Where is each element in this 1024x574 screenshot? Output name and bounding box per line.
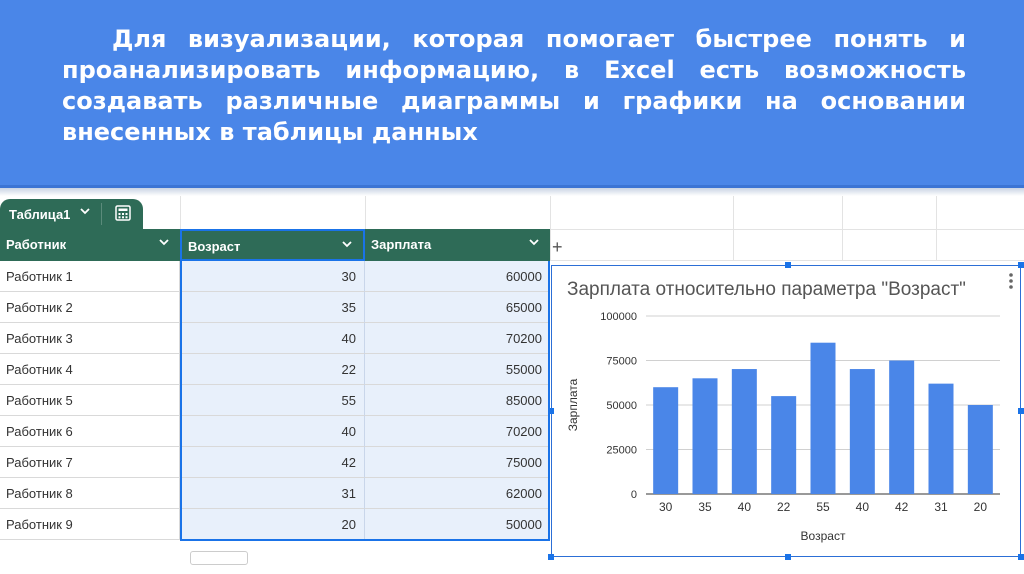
salary-cell[interactable]: 70200 bbox=[365, 323, 550, 354]
x-tick-label: 31 bbox=[934, 500, 948, 514]
chevron-down-icon[interactable] bbox=[158, 236, 170, 251]
bar[interactable] bbox=[967, 405, 993, 494]
worker-name-cell[interactable]: Работник 6 bbox=[0, 416, 180, 447]
bar[interactable] bbox=[692, 378, 718, 494]
selection-border bbox=[180, 261, 182, 541]
x-tick-label: 40 bbox=[738, 500, 752, 514]
chevron-down-icon[interactable] bbox=[341, 238, 353, 253]
tab-divider bbox=[101, 203, 102, 225]
worker-name-cell[interactable]: Работник 3 bbox=[0, 323, 180, 354]
worker-name-cell[interactable]: Работник 4 bbox=[0, 354, 180, 385]
age-cell[interactable]: 20 bbox=[180, 509, 365, 540]
worker-name-cell[interactable]: Работник 2 bbox=[0, 292, 180, 323]
horizontal-scrollbar[interactable] bbox=[190, 551, 248, 565]
calculator-icon[interactable] bbox=[114, 204, 132, 222]
salary-cell[interactable]: 60000 bbox=[365, 261, 550, 292]
y-tick-label: 50000 bbox=[606, 400, 637, 412]
x-tick-label: 20 bbox=[974, 500, 988, 514]
y-tick-label: 100000 bbox=[600, 311, 637, 323]
bar[interactable] bbox=[771, 396, 797, 494]
title-banner: Для визуализации, которая помогает быстр… bbox=[0, 0, 1024, 188]
x-tick-label: 42 bbox=[895, 500, 909, 514]
salary-cell[interactable]: 65000 bbox=[365, 292, 550, 323]
worker-name-cell[interactable]: Работник 7 bbox=[0, 447, 180, 478]
worker-name-cell[interactable]: Работник 5 bbox=[0, 385, 180, 416]
salary-cell[interactable]: 62000 bbox=[365, 478, 550, 509]
salary-cell[interactable]: 85000 bbox=[365, 385, 550, 416]
selection-border bbox=[180, 539, 550, 541]
salary-cell[interactable]: 75000 bbox=[365, 447, 550, 478]
bar[interactable] bbox=[849, 369, 875, 494]
table-name: Таблица1 bbox=[9, 207, 71, 222]
selection-border bbox=[548, 261, 550, 541]
bar-chart: 0 25000 50000 75000 100000 30 35 40 22 55 40 42 31 20… bbox=[566, 311, 1000, 543]
banner-shadow bbox=[0, 188, 1024, 196]
chevron-down-icon[interactable] bbox=[528, 236, 540, 251]
age-cell[interactable]: 40 bbox=[180, 323, 365, 354]
worker-name-cell[interactable]: Работник 8 bbox=[0, 478, 180, 509]
chevron-down-icon[interactable] bbox=[79, 205, 91, 220]
age-cell[interactable]: 35 bbox=[180, 292, 365, 323]
table-tab[interactable]: Таблица1 bbox=[0, 199, 143, 229]
bar[interactable] bbox=[928, 383, 954, 494]
salary-cell[interactable]: 55000 bbox=[365, 354, 550, 385]
salary-cell[interactable]: 50000 bbox=[365, 509, 550, 540]
bar[interactable] bbox=[731, 369, 757, 494]
y-tick-label: 25000 bbox=[606, 445, 637, 457]
age-cell[interactable]: 30 bbox=[180, 261, 365, 292]
x-tick-label: 55 bbox=[816, 500, 830, 514]
banner-text: Для визуализации, которая помогает быстр… bbox=[62, 25, 966, 146]
more-vert-icon[interactable] bbox=[1008, 273, 1014, 289]
age-cell[interactable]: 22 bbox=[180, 354, 365, 385]
y-tick-label: 0 bbox=[631, 489, 637, 501]
worker-name-cell[interactable]: Работник 1 bbox=[0, 261, 180, 292]
column-header-age[interactable]: Возраст bbox=[180, 229, 365, 261]
x-tick-label: 40 bbox=[856, 500, 870, 514]
bar[interactable] bbox=[889, 360, 915, 495]
x-tick-label: 30 bbox=[659, 500, 673, 514]
x-tick-label: 22 bbox=[777, 500, 791, 514]
add-column-button[interactable]: + bbox=[552, 238, 563, 256]
column-header-salary[interactable]: Зарплата bbox=[365, 229, 550, 261]
salary-cell[interactable]: 70200 bbox=[365, 416, 550, 447]
column-header-worker[interactable]: Работник bbox=[0, 229, 180, 261]
x-tick-label: 35 bbox=[698, 500, 712, 514]
age-cell[interactable]: 31 bbox=[180, 478, 365, 509]
y-tick-label: 75000 bbox=[606, 356, 637, 368]
y-axis-label: Зарплата bbox=[566, 378, 580, 431]
age-cell[interactable]: 42 bbox=[180, 447, 365, 478]
chart-title: Зарплата относительно параметра "Возраст… bbox=[567, 279, 966, 300]
resize-handle-top-right[interactable] bbox=[1018, 262, 1024, 268]
bar[interactable] bbox=[653, 387, 679, 494]
age-cell[interactable]: 40 bbox=[180, 416, 365, 447]
x-axis-label: Возраст bbox=[801, 529, 846, 543]
age-cell[interactable]: 55 bbox=[180, 385, 365, 416]
resize-handle-top[interactable] bbox=[785, 262, 791, 268]
bar[interactable] bbox=[810, 342, 836, 494]
worker-name-cell[interactable]: Работник 9 bbox=[0, 509, 180, 540]
